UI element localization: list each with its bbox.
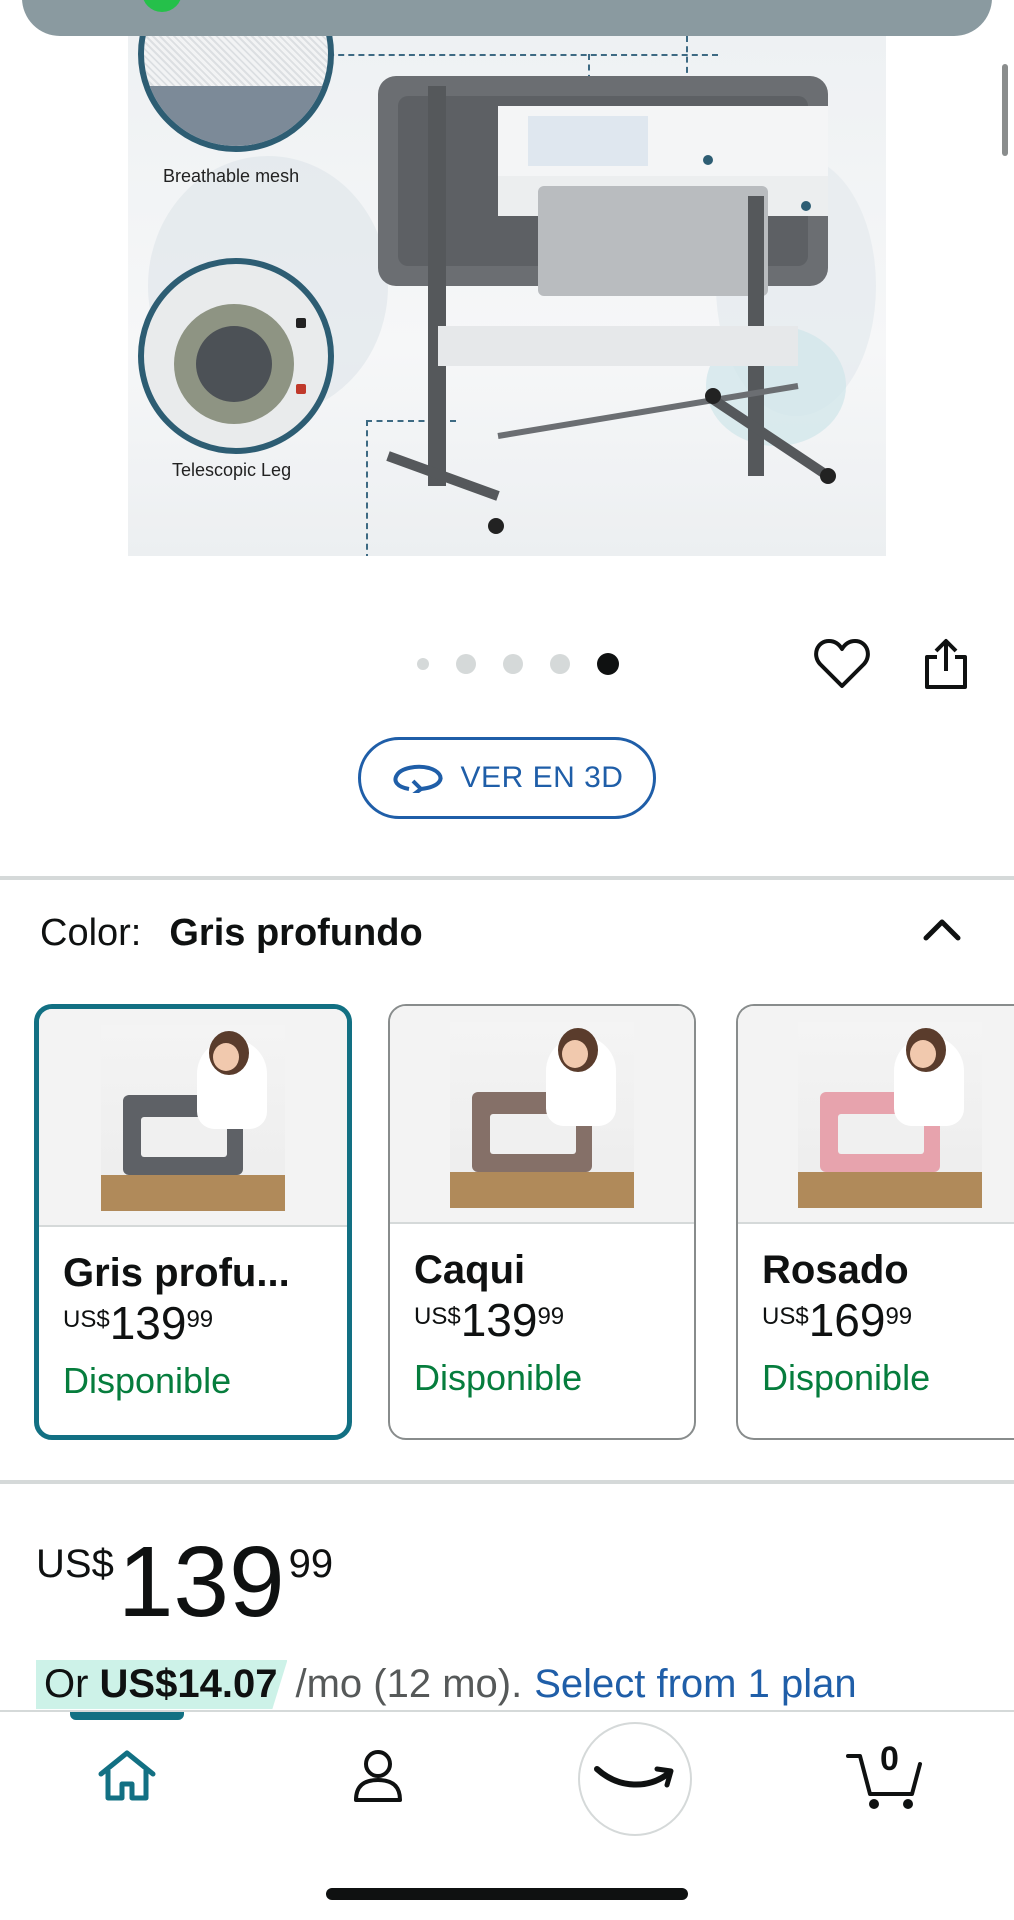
telescopic-leg-callout [138,258,334,454]
callout-label: Breathable mesh [163,166,300,186]
color-option-price: US$ 169 99 [762,1294,913,1346]
price-currency: US$ [36,1542,114,1586]
heart-icon [814,639,870,688]
carousel-dot[interactable] [503,654,523,674]
chevron-up-icon [923,919,961,941]
user-icon [354,1750,402,1802]
nav-home-button[interactable] [96,1748,158,1804]
color-option-image [450,1022,634,1208]
scrollbar[interactable] [1002,64,1008,156]
section-divider [0,876,1014,880]
cart-count-badge: 0 [880,1740,899,1778]
availability-status: Disponible [414,1357,583,1398]
carousel-dot[interactable] [550,654,570,674]
share-icon [925,639,967,689]
product-image[interactable]: Breathable mesh Telescopic Leg [128,36,886,556]
breathable-mesh-callout [138,36,334,152]
color-option-name: Gris profu... [63,1251,290,1295]
select-plan-link[interactable]: Select from 1 plan [534,1662,856,1707]
color-label: Color: [40,912,142,954]
whatsapp-icon [142,0,182,12]
price-whole: 139 [117,1526,285,1638]
color-option-caqui[interactable]: Caqui US$ 139 99 Disponible [388,1004,696,1440]
carousel-dot[interactable] [456,654,476,674]
callout-label: Telescopic Leg [172,460,292,480]
home-icon [98,1750,156,1801]
lock-icon [296,318,306,328]
collapse-button[interactable] [918,908,966,948]
color-option-image [798,1022,982,1208]
wishlist-heart-button[interactable] [812,634,872,694]
section-divider [0,1480,1014,1484]
top-banner [22,0,992,36]
color-option-rosado[interactable]: Rosado US$ 169 99 Disponible [736,1004,1014,1440]
selected-color-value: Gris profundo [169,912,423,954]
view-3d-button[interactable]: VER EN 3D [358,737,656,819]
installment-highlight: Or US$14.07 [36,1660,288,1709]
color-option-price: US$ 139 99 [63,1297,214,1349]
color-option-image [101,1025,285,1211]
installment-offer: Or US$14.07 /mo (12 mo). Select from 1 p… [36,1660,857,1709]
nav-cart-button[interactable]: 0 [846,1740,926,1812]
nav-account-button[interactable] [350,1748,406,1804]
rotate-3d-icon [393,764,443,793]
bassinet-illustration [378,76,836,534]
share-button[interactable] [916,634,976,694]
price-cents: 99 [288,1542,334,1586]
nav-amazon-button[interactable] [578,1722,692,1836]
amazon-smile-icon [594,1766,674,1788]
color-option-gris[interactable]: Gris profu... US$ 139 99 Disponible [34,1004,352,1440]
availability-status: Disponible [63,1360,232,1401]
color-option-name: Rosado [762,1248,909,1292]
installment-term: /mo (12 mo). [295,1662,523,1706]
view-3d-label: VER EN 3D [460,761,624,794]
home-indicator [326,1888,688,1900]
color-selector-header: Color: Gris profundo [40,912,423,955]
installment-amount: US$14.07 [99,1662,278,1706]
availability-status: Disponible [762,1357,931,1398]
color-option-name: Caqui [414,1248,526,1292]
product-price: US$ 139 99 [36,1532,333,1632]
carousel-dot-active[interactable] [597,653,619,675]
unlock-icon [296,384,306,394]
image-carousel-indicator[interactable] [417,653,619,675]
carousel-dot[interactable] [417,658,429,670]
active-tab-indicator [70,1712,184,1720]
color-option-price: US$ 139 99 [414,1294,565,1346]
